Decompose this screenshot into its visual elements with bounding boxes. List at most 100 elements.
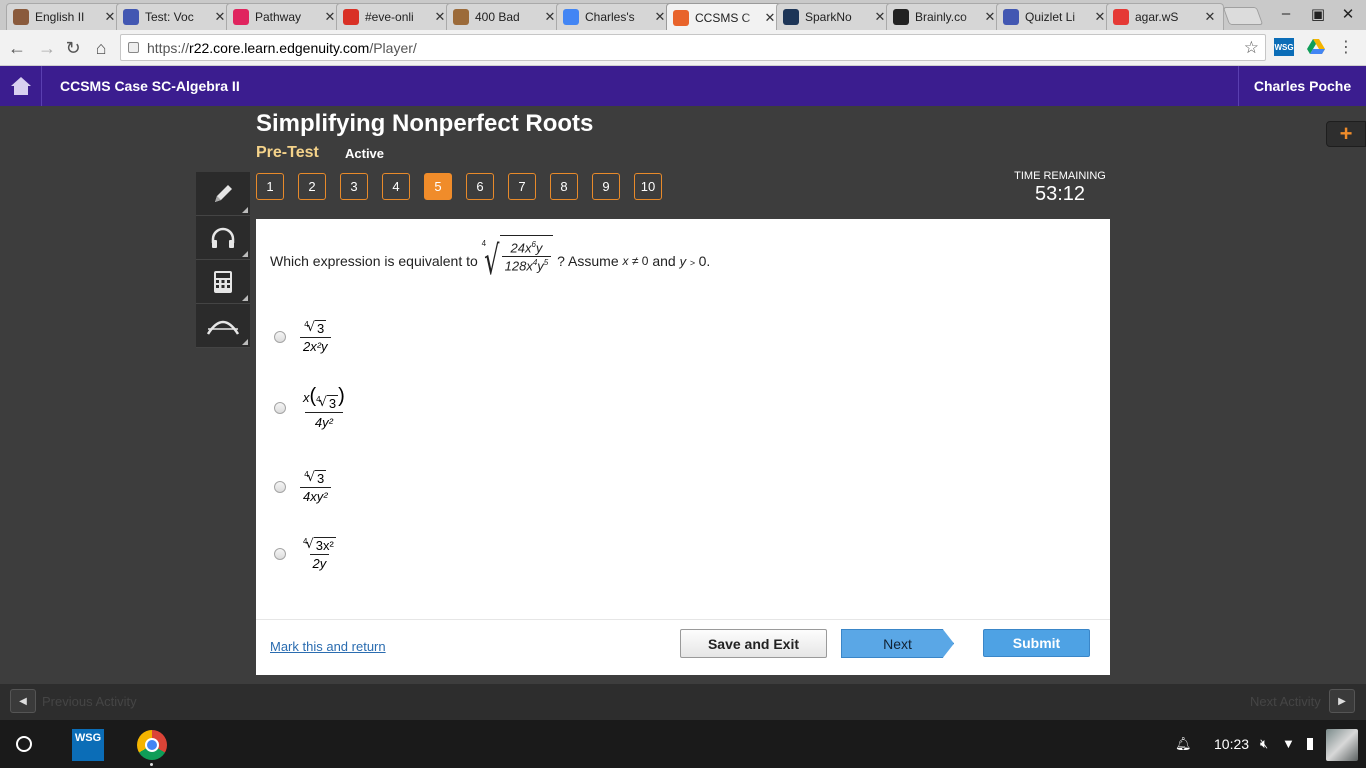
user-name[interactable]: Charles Poche [1238, 66, 1366, 106]
expand-plus-button[interactable]: + [1326, 121, 1366, 147]
question-number-button[interactable]: 4 [382, 173, 410, 200]
tab-close-icon[interactable]: ✕ [1093, 9, 1107, 25]
drive-extension-icon[interactable] [1306, 38, 1326, 56]
tab-label: SparkNo [805, 10, 852, 24]
close-window-icon[interactable]: ✕ [1338, 5, 1358, 23]
tab-close-icon[interactable]: ✕ [983, 9, 997, 25]
tab-close-icon[interactable]: ✕ [1203, 9, 1217, 25]
launcher-icon[interactable] [16, 736, 32, 752]
tab-close-icon[interactable]: ✕ [433, 9, 447, 25]
account-avatar[interactable] [1326, 729, 1358, 761]
browser-tab[interactable]: English II ✕ [6, 3, 124, 30]
question-number-button[interactable]: 9 [592, 173, 620, 200]
radio-d[interactable] [274, 548, 286, 560]
browser-tab[interactable]: CCSMS C ✕ [666, 3, 784, 31]
browser-tab[interactable]: Quizlet Li ✕ [996, 3, 1114, 30]
question-number-button[interactable]: 6 [466, 173, 494, 200]
tab-close-icon[interactable]: ✕ [103, 9, 117, 25]
browser-tab[interactable]: Brainly.co ✕ [886, 3, 1004, 30]
question-radical: 4 √ 24x6y 128x4y5 [482, 235, 554, 287]
question-panel: Which expression is equivalent to 4 √ 24… [256, 219, 1110, 619]
browser-tab[interactable]: Test: Voc ✕ [116, 3, 234, 30]
tab-close-icon[interactable]: ✕ [873, 9, 887, 25]
mark-and-return-link[interactable]: Mark this and return [270, 639, 386, 654]
restore-icon[interactable]: ▣ [1308, 5, 1328, 23]
audio-tool[interactable] [196, 216, 250, 260]
option-a-denominator: 2x²y [300, 337, 331, 354]
question-number-button[interactable]: 1 [256, 173, 284, 200]
home-icon[interactable]: ⌂ [90, 37, 112, 59]
tab-close-icon[interactable]: ✕ [213, 9, 227, 25]
bookmark-star-icon[interactable]: ☆ [1244, 38, 1259, 58]
radio-c[interactable] [274, 481, 286, 493]
pathway-icon [233, 9, 249, 25]
forward-icon[interactable]: → [36, 37, 58, 59]
app-home-button[interactable] [0, 66, 42, 106]
pencil-tool[interactable] [196, 172, 250, 216]
browser-tab[interactable]: Charles's ✕ [556, 3, 674, 30]
notification-bell-icon[interactable]: 🔔︎ [1175, 736, 1192, 752]
browser-tab[interactable]: #eve-onli ✕ [336, 3, 454, 30]
minimize-icon[interactable]: – [1276, 5, 1296, 22]
previous-activity-label[interactable]: Previous Activity [42, 694, 137, 709]
previous-activity-button[interactable]: ◀ [10, 689, 36, 713]
lesson-title: Simplifying Nonperfect Roots [256, 110, 594, 137]
next-activity-label[interactable]: Next Activity [1250, 694, 1321, 709]
menu-icon[interactable]: ⋮ [1336, 38, 1356, 56]
tab-close-icon[interactable]: ✕ [653, 9, 667, 25]
den-y-exp: 5 [543, 258, 549, 268]
browser-tab-strip: English II ✕ Test: Voc ✕ Pathway ✕ #eve-onli ✕ 4… [0, 0, 1366, 31]
address-bar[interactable]: https://r22.core.learn.edgenuity.com/Pla… [120, 34, 1266, 61]
tab-close-icon[interactable]: ✕ [543, 9, 557, 25]
wsg-extension-icon[interactable]: WSG [1274, 38, 1294, 56]
assume-text: ? Assume [557, 253, 619, 269]
browser-tab[interactable]: 400 Bad ✕ [446, 3, 564, 30]
mute-icon[interactable]: 🔇︎ [1260, 736, 1268, 752]
answer-option-a[interactable]: 4 √ 3 2x²y [274, 320, 331, 354]
question-number-button[interactable]: 2 [298, 173, 326, 200]
browser-tab[interactable]: Pathway ✕ [226, 3, 344, 30]
person-icon [13, 9, 29, 25]
question-number-button[interactable]: 8 [550, 173, 578, 200]
next-activity-button[interactable]: ▶ [1329, 689, 1355, 713]
quizlet-icon [123, 9, 139, 25]
tab-close-icon[interactable]: ✕ [763, 10, 777, 26]
cond2-var: y [679, 254, 687, 269]
browser-tab[interactable]: SparkNo ✕ [776, 3, 894, 30]
activity-bar: ◀ Previous Activity Next Activity ▶ [0, 684, 1366, 720]
question-number-button[interactable]: 10 [634, 173, 662, 200]
and-text: and [652, 253, 676, 269]
question-number-button[interactable]: 5 [424, 173, 452, 200]
timer: TIME REMAINING 53:12 [1000, 170, 1120, 206]
num-coef: 24 [510, 240, 525, 256]
option-c-denominator: 4xy² [300, 487, 331, 504]
wsg-app-icon[interactable]: WSG [72, 729, 104, 761]
new-tab-button[interactable] [1222, 7, 1264, 25]
wifi-icon[interactable]: ▼ [1282, 736, 1295, 751]
answer-option-c[interactable]: 4 √ 3 4xy² [274, 470, 331, 504]
option-d-denominator: 2y [309, 554, 330, 571]
radio-b[interactable] [274, 401, 286, 414]
browser-tab[interactable]: agar.wS ✕ [1106, 3, 1224, 30]
next-button[interactable]: Next [841, 629, 954, 658]
timer-label: TIME REMAINING [1014, 170, 1106, 182]
course-title: CCSMS Case SC-Algebra II [60, 78, 240, 94]
answer-option-d[interactable]: 4 √ 3x² 2y [274, 537, 339, 571]
save-and-exit-button[interactable]: Save and Exit [680, 629, 827, 658]
battery-icon[interactable] [1307, 738, 1313, 750]
tab-close-icon[interactable]: ✕ [323, 9, 337, 25]
reload-icon[interactable]: ↻ [62, 37, 84, 59]
system-clock[interactable]: 10:23 [1214, 736, 1249, 752]
question-number-button[interactable]: 3 [340, 173, 368, 200]
graph-tool[interactable] [196, 304, 250, 348]
answer-option-b[interactable]: x(4 √ 3) 4y² [274, 385, 348, 430]
house-icon [10, 77, 31, 95]
calculator-tool[interactable] [196, 260, 250, 304]
back-icon[interactable]: ← [6, 37, 28, 59]
submit-button[interactable]: Submit [983, 629, 1090, 657]
radio-a[interactable] [274, 331, 286, 343]
chrome-icon[interactable] [137, 730, 167, 760]
activity-type: Pre-Test [256, 144, 319, 161]
url-host: r22.core.learn.edgenuity.com [189, 39, 370, 56]
question-number-button[interactable]: 7 [508, 173, 536, 200]
